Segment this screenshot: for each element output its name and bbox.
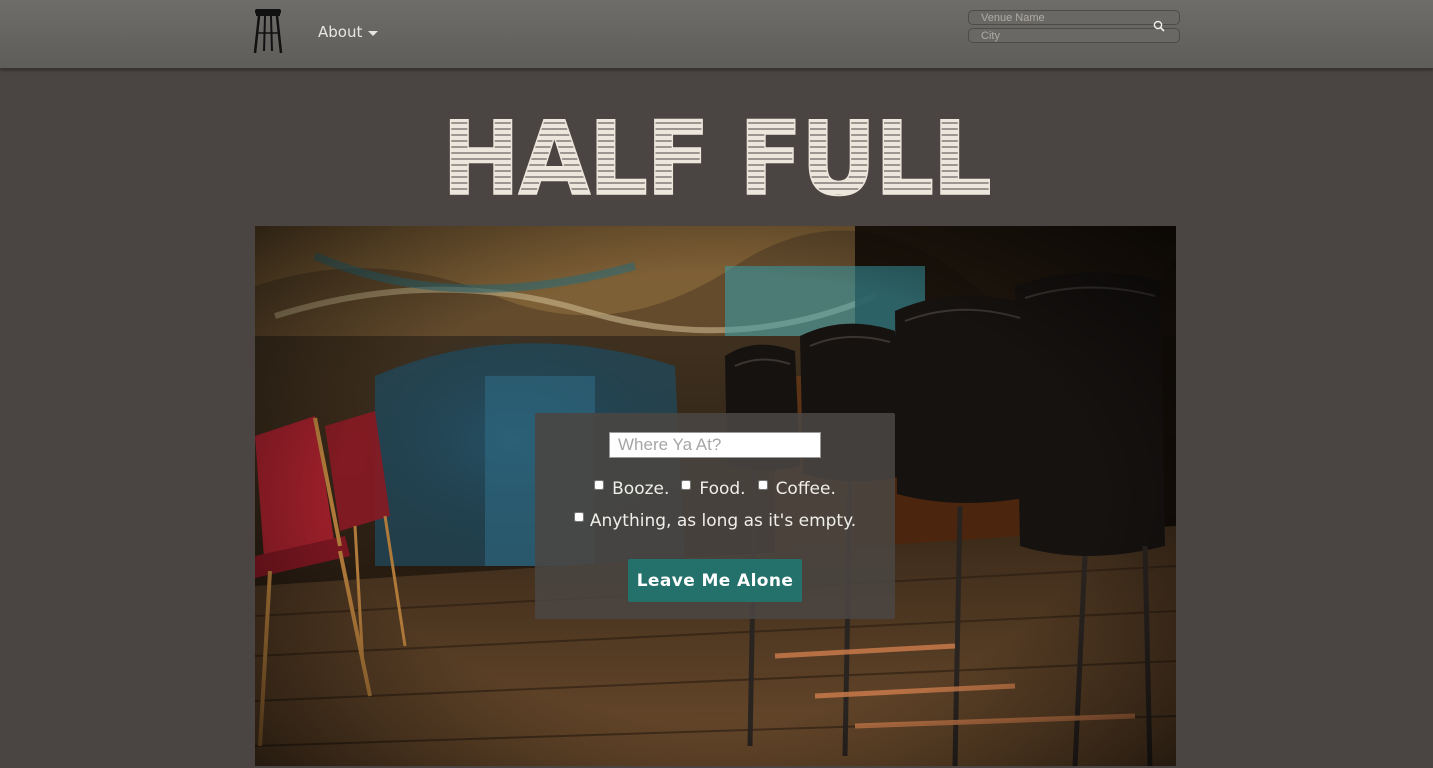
site-title: HALF FULL xyxy=(441,99,993,220)
location-input[interactable] xyxy=(609,432,821,458)
bar-stool-icon[interactable] xyxy=(252,9,284,54)
option-booze[interactable]: Booze. xyxy=(594,479,669,499)
anything-checkbox[interactable] xyxy=(573,512,584,522)
food-label: Food. xyxy=(699,479,746,499)
coffee-label: Coffee. xyxy=(775,479,836,499)
search-panel: Booze. Food. Coffee. Anything, as long a… xyxy=(535,413,895,619)
venue-name-input[interactable] xyxy=(968,10,1180,25)
any-option-row: Anything, as long as it's empty. xyxy=(535,511,895,531)
anything-label: Anything, as long as it's empty. xyxy=(589,511,857,531)
site-title-text: HALF FULL xyxy=(442,108,990,204)
option-anything[interactable]: Anything, as long as it's empty. xyxy=(573,511,857,531)
site-title-block: HALF FULL xyxy=(0,99,1433,220)
food-checkbox[interactable] xyxy=(681,480,692,490)
navbar: About xyxy=(0,0,1433,69)
category-options: Booze. Food. Coffee. xyxy=(535,479,895,499)
coffee-checkbox[interactable] xyxy=(757,480,768,490)
option-coffee[interactable]: Coffee. xyxy=(757,479,836,499)
booze-checkbox[interactable] xyxy=(594,480,605,490)
leave-me-alone-button[interactable]: Leave Me Alone xyxy=(628,559,802,602)
hero-image: Booze. Food. Coffee. Anything, as long a… xyxy=(255,226,1176,766)
option-food[interactable]: Food. xyxy=(681,479,746,499)
caret-down-icon xyxy=(368,30,379,36)
about-menu[interactable]: About xyxy=(318,23,379,41)
booze-label: Booze. xyxy=(612,479,670,499)
search-icon[interactable] xyxy=(1153,20,1165,32)
nav-search-form xyxy=(968,10,1182,44)
about-label: About xyxy=(318,23,363,41)
city-input[interactable] xyxy=(968,28,1180,43)
